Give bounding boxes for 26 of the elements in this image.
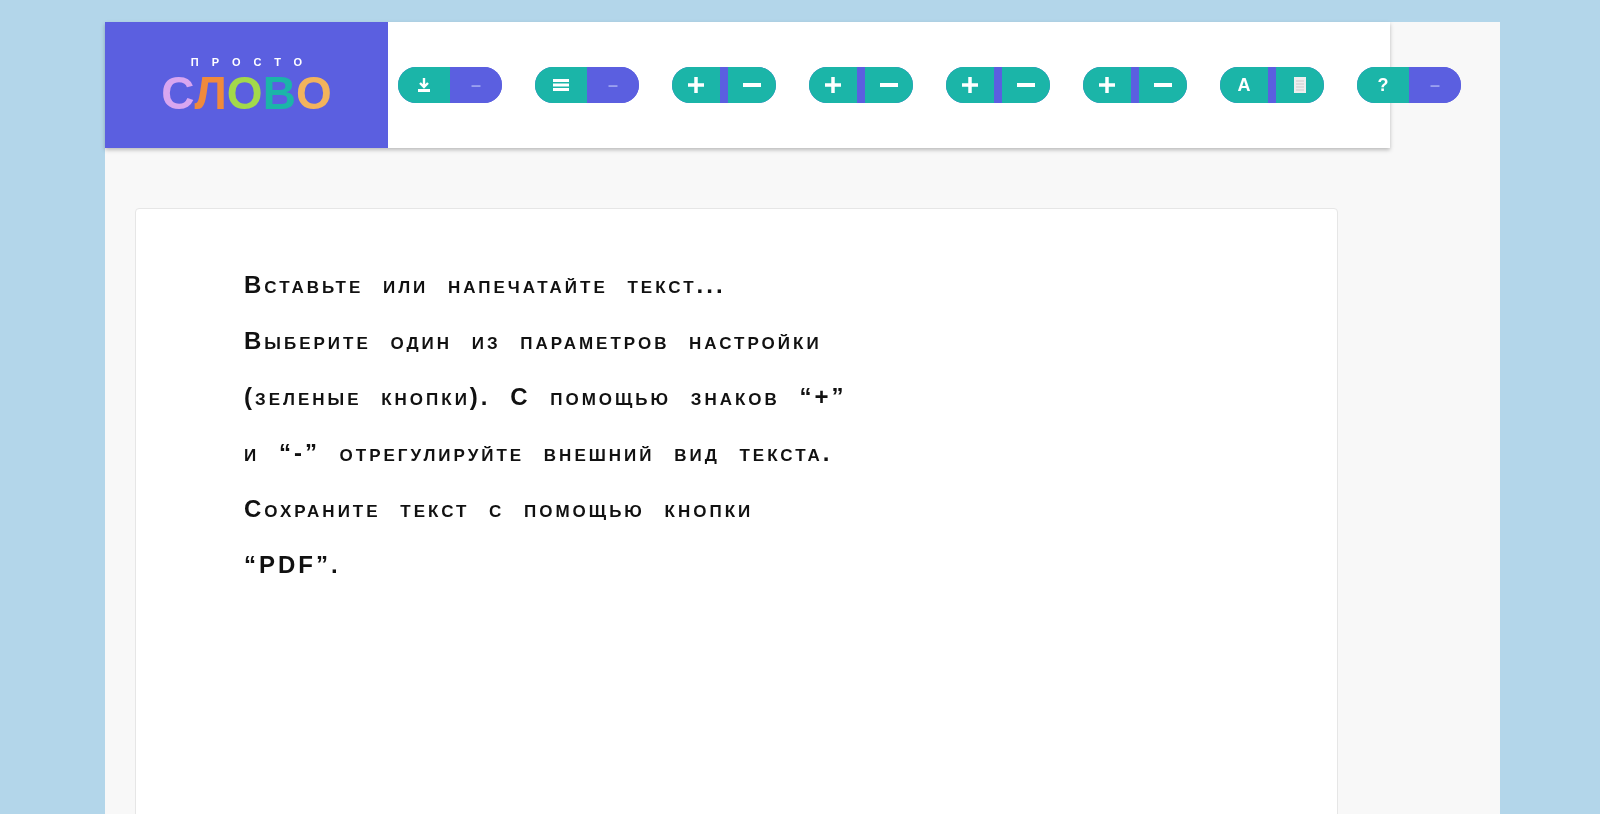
minus-icon [743,83,761,87]
logo-tagline: ПРОСТО [190,54,316,70]
toggle-button[interactable] [672,67,776,103]
logo-letter: С [161,70,195,117]
minus-icon [1154,83,1172,87]
toggle-button[interactable] [809,67,913,103]
toggle-button[interactable] [946,67,1050,103]
logo-letter: О [226,70,263,117]
plus-icon [824,76,842,94]
menu-icon [553,79,569,91]
logo-letter: В [262,70,296,117]
toggle-button[interactable]: – [535,67,639,103]
toggle-button[interactable]: A [1220,67,1324,103]
minus-icon [880,83,898,87]
plus-icon [1098,76,1116,94]
logo-letter: Л [194,70,227,117]
download-icon [417,77,431,93]
minus-icon [1017,83,1035,87]
logo-letter: О [295,70,332,117]
page-icon [1294,77,1306,93]
plus-icon [687,76,705,94]
toggle-button[interactable]: – [398,67,502,103]
plus-icon [961,76,979,94]
text-editor[interactable]: Вставьте или напечатайте текст... Выберите один из параметров настройки (зеленые кнопки). С помощью знаков “+” и “-” отрегулируйте внешний вид текста. Сохраните текст с помощью кнопки “PDF”. [135,208,1338,814]
toggle-button[interactable]: ? – [1357,67,1461,103]
toggle-button[interactable] [1083,67,1187,103]
